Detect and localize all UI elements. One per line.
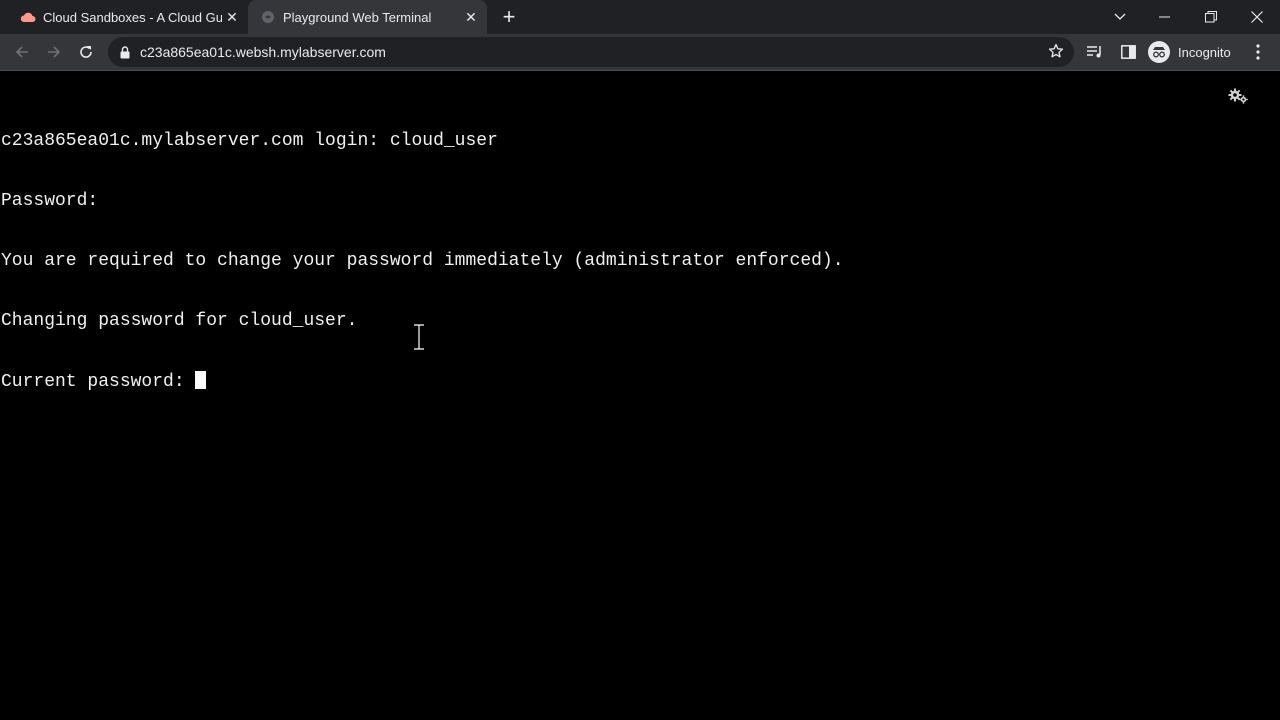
terminal-line: c23a865ea01c.mylabserver.com login: clou… bbox=[1, 131, 498, 151]
side-panel-icon[interactable] bbox=[1118, 42, 1138, 62]
terminal-line: You are required to change your password… bbox=[1, 251, 844, 271]
web-terminal[interactable]: c23a865ea01c.mylabserver.com login: clou… bbox=[0, 71, 1280, 720]
url-text: c23a865ea01c.websh.mylabserver.com bbox=[140, 44, 386, 60]
close-tab-icon[interactable]: ✕ bbox=[461, 7, 481, 27]
terminal-prompt: Current password: bbox=[1, 372, 196, 392]
globe-icon bbox=[260, 9, 276, 25]
minimize-icon[interactable] bbox=[1142, 0, 1188, 34]
text-cursor bbox=[195, 371, 207, 389]
close-window-icon[interactable] bbox=[1234, 0, 1280, 34]
tab-search-icon[interactable] bbox=[1097, 0, 1143, 34]
close-tab-icon[interactable]: ✕ bbox=[222, 7, 242, 27]
incognito-icon bbox=[1148, 41, 1170, 63]
settings-gears-icon[interactable] bbox=[1227, 87, 1249, 105]
address-bar[interactable]: c23a865ea01c.websh.mylabserver.com bbox=[108, 37, 1074, 67]
cloud-icon bbox=[20, 9, 36, 25]
forward-icon[interactable] bbox=[40, 38, 68, 66]
terminal-line: Password: bbox=[1, 191, 99, 211]
reload-icon[interactable] bbox=[72, 38, 100, 66]
terminal-prompt-line[interactable]: Current password: bbox=[1, 371, 844, 392]
incognito-profile-button[interactable]: Incognito bbox=[1148, 40, 1231, 64]
tab-title: Playground Web Terminal bbox=[283, 9, 432, 25]
tab-strip: Cloud Sandboxes - A Cloud Guru ✕ Playgro… bbox=[0, 0, 1280, 34]
new-tab-icon[interactable]: + bbox=[498, 6, 520, 28]
back-icon[interactable] bbox=[8, 38, 36, 66]
media-controls-icon[interactable] bbox=[1085, 42, 1105, 62]
tab-playground-web-terminal[interactable]: Playground Web Terminal ✕ bbox=[248, 0, 487, 34]
terminal-output: c23a865ea01c.mylabserver.com login: clou… bbox=[1, 91, 844, 431]
browser-toolbar: c23a865ea01c.websh.mylabserver.com Incog… bbox=[0, 34, 1280, 71]
lock-icon[interactable] bbox=[120, 45, 130, 59]
bookmark-star-icon[interactable] bbox=[1048, 43, 1064, 59]
tab-title: Cloud Sandboxes - A Cloud Guru bbox=[43, 9, 222, 25]
tab-cloud-sandboxes[interactable]: Cloud Sandboxes - A Cloud Guru ✕ bbox=[8, 0, 248, 34]
menu-kebab-icon[interactable] bbox=[1248, 42, 1268, 62]
profile-label: Incognito bbox=[1178, 44, 1231, 60]
ibeam-cursor-icon bbox=[413, 323, 425, 351]
restore-icon[interactable] bbox=[1188, 0, 1234, 34]
